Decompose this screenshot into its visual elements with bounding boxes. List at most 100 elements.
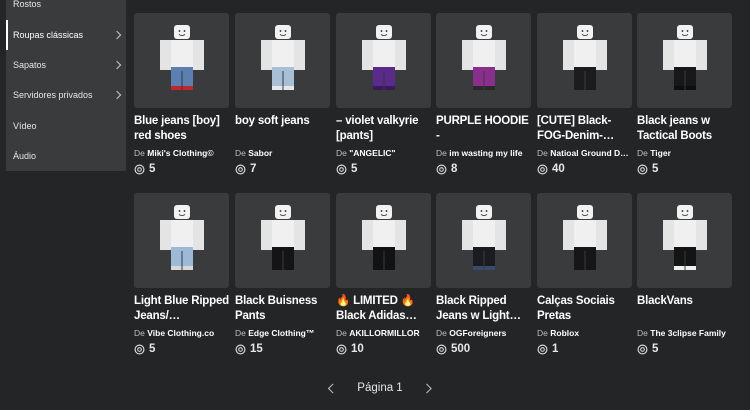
catalog-item-card[interactable]: Black Buisness Pants De Edge Clothing™ 15 — [235, 193, 330, 356]
catalog-item-card[interactable]: boy soft jeans De Sabor 7 — [235, 13, 330, 176]
item-name[interactable]: 🔥 LIMITED 🔥 Black Adidas… — [336, 294, 431, 324]
catalog-item-card[interactable]: Black Ripped Jeans w Light… De OGForeigne… — [436, 193, 531, 356]
item-name[interactable]: BlackVans — [637, 294, 732, 324]
item-price: 5 — [134, 342, 229, 356]
item-thumbnail[interactable] — [336, 13, 431, 108]
creator-link[interactable]: Tiger — [650, 148, 671, 158]
item-price: 500 — [436, 342, 531, 356]
creator-prefix: De — [637, 328, 648, 338]
item-price: 5 — [134, 162, 229, 176]
next-page-icon[interactable] — [421, 380, 437, 396]
previous-page-icon[interactable] — [323, 380, 339, 396]
catalog-item-card[interactable]: Black jeans w Tactical Boots De Tiger 5 — [637, 13, 732, 176]
item-thumbnail[interactable] — [235, 13, 330, 108]
item-name[interactable]: Light Blue Ripped Jeans/… — [134, 294, 229, 324]
catalog-item-card[interactable]: 🔥 LIMITED 🔥 Black Adidas… De AKILLORMILLO… — [336, 193, 431, 356]
item-creator: De Natioal Ground D… — [537, 147, 632, 159]
item-name[interactable]: Black Ripped Jeans w Light… — [436, 294, 531, 324]
avatar-thumbnail-icon — [362, 25, 406, 90]
item-price: 5 — [637, 342, 732, 356]
creator-prefix: De — [436, 148, 447, 158]
creator-prefix: De — [336, 328, 347, 338]
price-value: 5 — [149, 343, 156, 355]
item-thumbnail[interactable] — [637, 193, 732, 288]
sidebar-item-label: Rostos — [13, 0, 42, 9]
item-thumbnail[interactable] — [537, 13, 632, 108]
item-creator: De Vibe Clothing.co — [134, 327, 229, 339]
item-creator: De "ANGELIC" — [336, 147, 431, 159]
item-thumbnail[interactable] — [436, 193, 531, 288]
price-value: 8 — [451, 163, 458, 175]
page-label: Página 1 — [357, 382, 403, 394]
creator-link[interactable]: Natioal Ground D… — [550, 148, 628, 158]
item-thumbnail[interactable] — [134, 193, 229, 288]
creator-link[interactable]: The 3clipse Family — [650, 328, 726, 338]
sidebar-item-video[interactable]: Vídeo — [6, 111, 126, 141]
item-name[interactable]: [CUTE] Black-FOG-Denim-… — [537, 114, 632, 144]
item-price: 7 — [235, 162, 330, 176]
robux-icon — [336, 344, 347, 354]
price-value: 7 — [250, 163, 257, 175]
creator-link[interactable]: Vibe Clothing.co — [147, 328, 214, 338]
item-name[interactable]: – violet valkyrie [pants] — [336, 114, 431, 144]
catalog-item-card[interactable]: Calças Sociais Pretas De Roblox 1 — [537, 193, 632, 356]
avatar-thumbnail-icon — [563, 25, 607, 90]
creator-link[interactable]: Edge Clothing™ — [248, 328, 314, 338]
item-thumbnail[interactable] — [637, 13, 732, 108]
item-name[interactable]: Black jeans w Tactical Boots — [637, 114, 732, 144]
item-price: 8 — [436, 162, 531, 176]
sidebar-item-classic-clothing[interactable]: Roupas clássicas — [6, 20, 126, 50]
creator-prefix: De — [235, 328, 246, 338]
creator-prefix: De — [637, 148, 648, 158]
item-price: 5 — [637, 162, 732, 176]
sidebar-item-private-servers[interactable]: Servidores privados — [6, 80, 126, 110]
item-name[interactable]: Black Buisness Pants — [235, 294, 330, 324]
robux-icon — [336, 164, 347, 174]
sidebar-item-audio[interactable]: Áudio — [6, 141, 126, 171]
price-value: 40 — [552, 163, 565, 175]
catalog-item-card[interactable]: BlackVans De The 3clipse Family 5 — [637, 193, 732, 356]
item-thumbnail[interactable] — [336, 193, 431, 288]
category-sidebar: Rostos Roupas clássicas Sapatos Servidor… — [6, 0, 126, 171]
item-creator: De Edge Clothing™ — [235, 327, 330, 339]
chevron-right-icon — [112, 30, 122, 40]
creator-link[interactable]: im wasting my life — [449, 148, 522, 158]
robux-icon — [235, 344, 246, 354]
catalog-item-card[interactable]: Light Blue Ripped Jeans/… De Vibe Clothin… — [134, 193, 229, 356]
item-name[interactable]: PURPLE HOODIE - — [436, 114, 531, 144]
creator-link[interactable]: AKILLORMILLOR — [349, 328, 419, 338]
item-creator: De Sabor — [235, 147, 330, 159]
price-value: 15 — [250, 343, 263, 355]
price-value: 5 — [652, 163, 659, 175]
item-name[interactable]: Blue jeans [boy] red shoes — [134, 114, 229, 144]
item-name[interactable]: Calças Sociais Pretas — [537, 294, 632, 324]
price-value: 5 — [652, 343, 659, 355]
item-thumbnail[interactable] — [537, 193, 632, 288]
catalog-item-card[interactable]: – violet valkyrie [pants] De "ANGELIC" 5 — [336, 13, 431, 176]
sidebar-item-rostos[interactable]: Rostos — [6, 0, 126, 19]
price-value: 5 — [149, 163, 156, 175]
sidebar-item-label: Áudio — [13, 151, 37, 161]
creator-link[interactable]: Sabor — [248, 148, 272, 158]
price-value: 500 — [451, 343, 471, 355]
catalog-item-card[interactable]: Blue jeans [boy] red shoes De Miki's Clot… — [134, 13, 229, 176]
catalog-item-card[interactable]: PURPLE HOODIE - De im wasting my life 8 — [436, 13, 531, 176]
item-thumbnail[interactable] — [235, 193, 330, 288]
creator-link[interactable]: Roblox — [550, 328, 579, 338]
item-price: 1 — [537, 342, 632, 356]
sidebar-item-shoes[interactable]: Sapatos — [6, 50, 126, 80]
robux-icon — [436, 164, 447, 174]
item-thumbnail[interactable] — [436, 13, 531, 108]
item-thumbnail[interactable] — [134, 13, 229, 108]
item-creator: De OGForeigners — [436, 327, 531, 339]
catalog-item-card[interactable]: [CUTE] Black-FOG-Denim-… De Natioal Groun… — [537, 13, 632, 176]
item-name[interactable]: boy soft jeans — [235, 114, 330, 144]
avatar-thumbnail-icon — [160, 205, 204, 270]
creator-link[interactable]: Miki's Clothing© — [147, 148, 213, 158]
sidebar-item-label: Roupas clássicas — [13, 30, 84, 40]
item-creator: De The 3clipse Family — [637, 327, 732, 339]
item-price: 5 — [336, 162, 431, 176]
creator-link[interactable]: OGForeigners — [449, 328, 506, 338]
chevron-right-icon — [112, 60, 122, 70]
creator-link[interactable]: "ANGELIC" — [349, 148, 395, 158]
